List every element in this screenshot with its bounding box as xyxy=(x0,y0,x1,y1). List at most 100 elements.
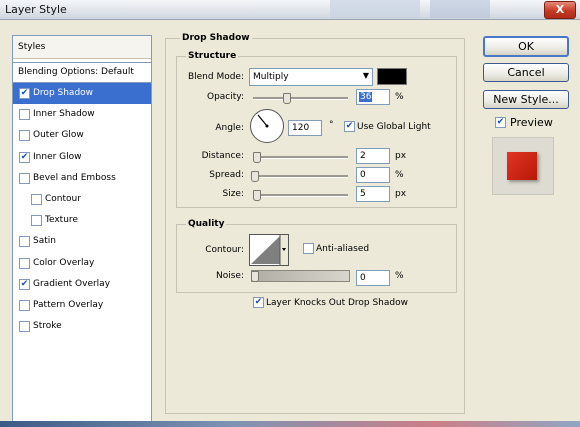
spread-input[interactable]: 0 xyxy=(356,167,390,183)
angle-label: Angle: xyxy=(215,123,244,133)
preview-swatch xyxy=(507,152,537,180)
angle-needle-icon xyxy=(257,114,269,128)
close-button[interactable]: X xyxy=(544,1,576,19)
noise-value: 0 xyxy=(360,273,366,283)
style-checkbox[interactable] xyxy=(19,257,30,269)
opacity-input[interactable]: 36 xyxy=(356,89,390,105)
spread-slider-thumb[interactable] xyxy=(251,171,259,182)
style-item-drop-shadow[interactable]: ✔ Drop Shadow xyxy=(13,83,151,104)
size-slider-track[interactable] xyxy=(253,194,348,197)
spread-unit: % xyxy=(395,170,404,180)
ok-button[interactable]: OK xyxy=(483,36,569,57)
style-item-contour[interactable]: Contour xyxy=(13,189,151,210)
style-item-label: Satin xyxy=(33,236,56,247)
style-item-bevel-and-emboss[interactable]: Bevel and Emboss xyxy=(13,168,151,189)
drop-shadow-title: Drop Shadow xyxy=(180,33,252,43)
size-slider-thumb[interactable] xyxy=(252,190,261,201)
layer-style-dialog: Layer Style X Styles Blending Options: D… xyxy=(0,0,580,427)
distance-value: 2 xyxy=(360,151,366,161)
preview-label: Preview xyxy=(510,116,553,129)
blend-mode-value: Multiply xyxy=(253,72,289,82)
chevron-down-icon: ▼ xyxy=(362,71,369,80)
opacity-unit: % xyxy=(395,92,404,102)
styles-header[interactable]: Styles xyxy=(13,36,151,59)
anti-aliased-checkbox[interactable] xyxy=(303,243,314,254)
style-checkbox[interactable] xyxy=(19,300,30,311)
style-item-label: Gradient Overlay xyxy=(33,278,111,289)
style-item-inner-glow[interactable]: ✔ Inner Glow xyxy=(13,147,151,168)
distance-slider-thumb[interactable] xyxy=(252,152,261,163)
opacity-value: 36 xyxy=(359,92,373,102)
style-item-label: Bevel and Emboss xyxy=(33,172,116,183)
noise-slider-track[interactable] xyxy=(251,270,350,282)
blending-options-item[interactable]: Blending Options: Default xyxy=(13,62,151,83)
use-global-light-label: Use Global Light xyxy=(357,122,431,132)
layer-knocks-out-checkbox[interactable]: ✔ xyxy=(253,297,264,308)
size-label: Size: xyxy=(222,189,244,199)
style-item-texture[interactable]: Texture xyxy=(13,210,151,231)
shadow-color-swatch[interactable] xyxy=(377,68,407,85)
style-item-label: Outer Glow xyxy=(33,130,84,141)
style-item-satin[interactable]: Satin xyxy=(13,231,151,252)
angle-value: 120 xyxy=(292,123,310,133)
style-checkbox[interactable] xyxy=(19,236,30,248)
style-checkbox[interactable]: ✔ xyxy=(19,278,30,290)
style-item-label: Pattern Overlay xyxy=(33,300,104,310)
checkmark-icon: ✔ xyxy=(345,121,354,131)
style-checkbox[interactable] xyxy=(19,109,30,121)
spread-slider-track[interactable] xyxy=(253,175,348,178)
style-item-label: Drop Shadow xyxy=(33,88,94,98)
noise-input[interactable]: 0 xyxy=(356,270,390,286)
structure-title: Structure xyxy=(186,51,239,61)
style-checkbox[interactable]: ✔ xyxy=(19,151,30,163)
desktop-background-strip xyxy=(0,421,580,427)
style-checkbox[interactable] xyxy=(31,215,42,227)
style-checkbox[interactable]: ✔ xyxy=(19,88,30,99)
angle-input[interactable]: 120 xyxy=(288,120,322,136)
size-input[interactable]: 5 xyxy=(356,186,390,202)
background-blur xyxy=(330,0,420,18)
blend-mode-select[interactable]: Multiply ▼ xyxy=(249,68,373,86)
size-value: 5 xyxy=(360,189,366,199)
styles-list: Styles Blending Options: Default ✔ Drop S… xyxy=(12,35,152,422)
new-style-button[interactable]: New Style... xyxy=(483,90,569,109)
spread-label: Spread: xyxy=(209,170,244,180)
style-item-label: Texture xyxy=(45,215,78,226)
style-item-color-overlay[interactable]: Color Overlay xyxy=(13,253,151,274)
quality-group xyxy=(176,224,457,293)
style-checkbox[interactable] xyxy=(19,130,30,142)
background-blur xyxy=(430,0,490,18)
opacity-slider-thumb[interactable] xyxy=(283,93,292,104)
angle-dial[interactable] xyxy=(250,109,284,143)
style-checkbox[interactable] xyxy=(19,172,30,184)
style-item-label: Color Overlay xyxy=(33,257,95,268)
style-item-label: Inner Shadow xyxy=(33,109,95,120)
style-item-stroke[interactable]: Stroke xyxy=(13,316,151,337)
size-unit: px xyxy=(395,189,407,199)
distance-slider-track[interactable] xyxy=(253,156,348,159)
style-item-pattern-overlay[interactable]: Pattern Overlay xyxy=(13,295,151,316)
window-title: Layer Style xyxy=(5,3,67,16)
cancel-button[interactable]: Cancel xyxy=(483,63,569,82)
style-checkbox[interactable] xyxy=(31,194,42,205)
noise-label: Noise: xyxy=(216,271,244,281)
style-item-gradient-overlay[interactable]: ✔ Gradient Overlay xyxy=(13,274,151,295)
anti-aliased-label: Anti-aliased xyxy=(316,244,370,254)
noise-slider-thumb[interactable] xyxy=(251,271,259,282)
spread-value: 0 xyxy=(360,170,366,180)
style-item-outer-glow[interactable]: Outer Glow xyxy=(13,125,151,146)
blending-options-label: Blending Options: Default xyxy=(18,67,134,77)
opacity-label: Opacity: xyxy=(207,92,244,102)
angle-unit: ° xyxy=(329,120,334,130)
distance-unit: px xyxy=(395,151,407,161)
opacity-slider-track[interactable] xyxy=(253,97,348,100)
style-item-label: Contour xyxy=(45,194,81,204)
distance-input[interactable]: 2 xyxy=(356,148,390,164)
style-checkbox[interactable] xyxy=(19,321,30,333)
use-global-light-checkbox[interactable]: ✔ xyxy=(344,121,355,132)
preview-checkbox[interactable]: ✔ xyxy=(495,117,506,128)
checkmark-icon: ✔ xyxy=(254,297,263,307)
noise-unit: % xyxy=(395,271,404,281)
style-item-inner-shadow[interactable]: Inner Shadow xyxy=(13,104,151,125)
contour-picker[interactable] xyxy=(249,234,289,266)
